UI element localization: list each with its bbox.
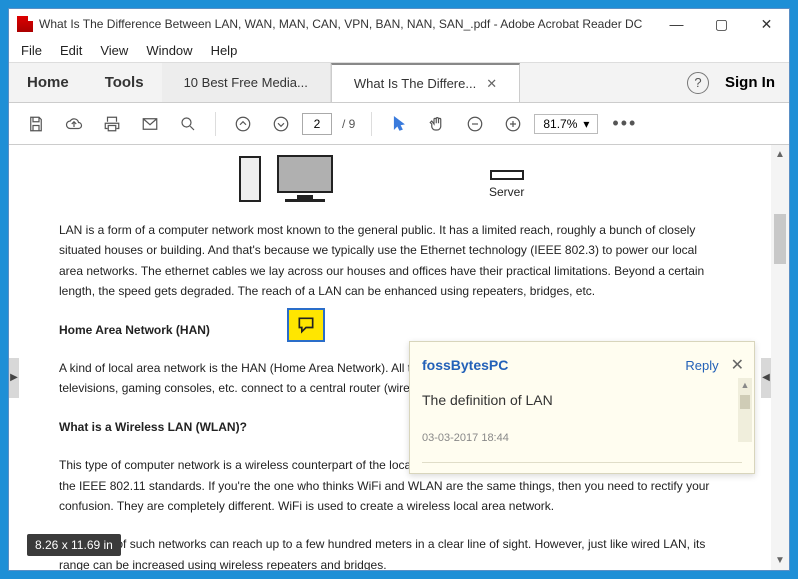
tab-label: What Is The Differe... bbox=[354, 76, 476, 91]
server-label: Server bbox=[489, 182, 524, 202]
titlebar: What Is The Difference Between LAN, WAN,… bbox=[9, 9, 789, 39]
comment-reply-link[interactable]: Reply bbox=[685, 355, 718, 377]
menu-view[interactable]: View bbox=[100, 43, 128, 58]
scroll-down-icon[interactable]: ▼ bbox=[775, 551, 785, 570]
tab-tools[interactable]: Tools bbox=[87, 63, 162, 102]
save-icon[interactable] bbox=[19, 107, 53, 141]
comment-popup: fossBytesPC Reply ✕ The definition of LA… bbox=[409, 341, 755, 474]
hand-icon[interactable] bbox=[420, 107, 454, 141]
scroll-thumb[interactable] bbox=[774, 214, 786, 264]
menu-help[interactable]: Help bbox=[211, 43, 238, 58]
email-icon[interactable] bbox=[133, 107, 167, 141]
server-graphic: Server bbox=[489, 170, 524, 202]
tabbar: Home Tools 10 Best Free Media... What Is… bbox=[9, 63, 789, 103]
more-tools-icon[interactable]: ••• bbox=[602, 113, 647, 134]
content-area: ▶ Server LAN is a form of a computer net… bbox=[9, 145, 789, 570]
comment-text: The definition of LAN bbox=[422, 389, 742, 413]
comment-close-icon[interactable]: ✕ bbox=[731, 352, 744, 379]
maximize-button[interactable]: ▢ bbox=[699, 9, 744, 39]
page-up-icon[interactable] bbox=[226, 107, 260, 141]
body-paragraph: LAN is a form of a computer network most… bbox=[59, 220, 721, 302]
page-total: / 9 bbox=[342, 117, 355, 131]
cloud-upload-icon[interactable] bbox=[57, 107, 91, 141]
scroll-up-icon[interactable]: ▲ bbox=[775, 145, 785, 164]
menu-edit[interactable]: Edit bbox=[60, 43, 82, 58]
search-icon[interactable] bbox=[171, 107, 205, 141]
comment-timestamp: 03-03-2017 18:44 bbox=[422, 429, 742, 448]
comment-author: fossBytesPC bbox=[422, 354, 685, 378]
zoom-out-icon[interactable] bbox=[458, 107, 492, 141]
close-button[interactable]: ✕ bbox=[744, 9, 789, 39]
zoom-in-icon[interactable] bbox=[496, 107, 530, 141]
menu-file[interactable]: File bbox=[21, 43, 42, 58]
zoom-value: 81.7% bbox=[543, 117, 577, 131]
tab-label: 10 Best Free Media... bbox=[184, 75, 308, 90]
illustration: Server bbox=[239, 155, 721, 202]
section-heading: Home Area Network (HAN) bbox=[59, 320, 721, 340]
zoom-select[interactable]: 81.7% ▾ bbox=[534, 114, 598, 134]
document-page: Server LAN is a form of a computer netwo… bbox=[9, 145, 771, 570]
app-window: What Is The Difference Between LAN, WAN,… bbox=[8, 8, 790, 571]
vertical-scrollbar[interactable]: ▲ ▼ bbox=[771, 145, 789, 570]
tab-document-bg[interactable]: 10 Best Free Media... bbox=[162, 63, 331, 102]
page-down-icon[interactable] bbox=[264, 107, 298, 141]
page-dimensions-badge: 8.26 x 11.69 in bbox=[27, 534, 121, 556]
pc-tower-graphic bbox=[239, 156, 261, 202]
print-icon[interactable] bbox=[95, 107, 129, 141]
tab-document-active[interactable]: What Is The Differe... ✕ bbox=[331, 63, 520, 102]
toolbar: / 9 81.7% ▾ ••• bbox=[9, 103, 789, 145]
close-tab-icon[interactable]: ✕ bbox=[486, 76, 497, 92]
chevron-down-icon: ▾ bbox=[583, 117, 589, 131]
pointer-icon[interactable] bbox=[382, 107, 416, 141]
menu-window[interactable]: Window bbox=[146, 43, 192, 58]
monitor-graphic bbox=[277, 155, 333, 202]
tab-home[interactable]: Home bbox=[9, 63, 87, 102]
window-title: What Is The Difference Between LAN, WAN,… bbox=[39, 17, 654, 31]
page-number-input[interactable] bbox=[302, 113, 332, 135]
pdf-app-icon bbox=[17, 16, 33, 32]
minimize-button[interactable]: — bbox=[654, 9, 699, 39]
menubar: File Edit View Window Help bbox=[9, 39, 789, 63]
comment-scrollbar[interactable]: ▲ bbox=[738, 378, 752, 442]
sticky-note-annotation[interactable] bbox=[287, 308, 325, 342]
right-panel-handle[interactable]: ◀ bbox=[761, 358, 771, 398]
sign-in-link[interactable]: Sign In bbox=[725, 74, 775, 91]
help-icon[interactable]: ? bbox=[687, 72, 709, 94]
body-paragraph: The reach of such networks can reach up … bbox=[59, 534, 721, 570]
